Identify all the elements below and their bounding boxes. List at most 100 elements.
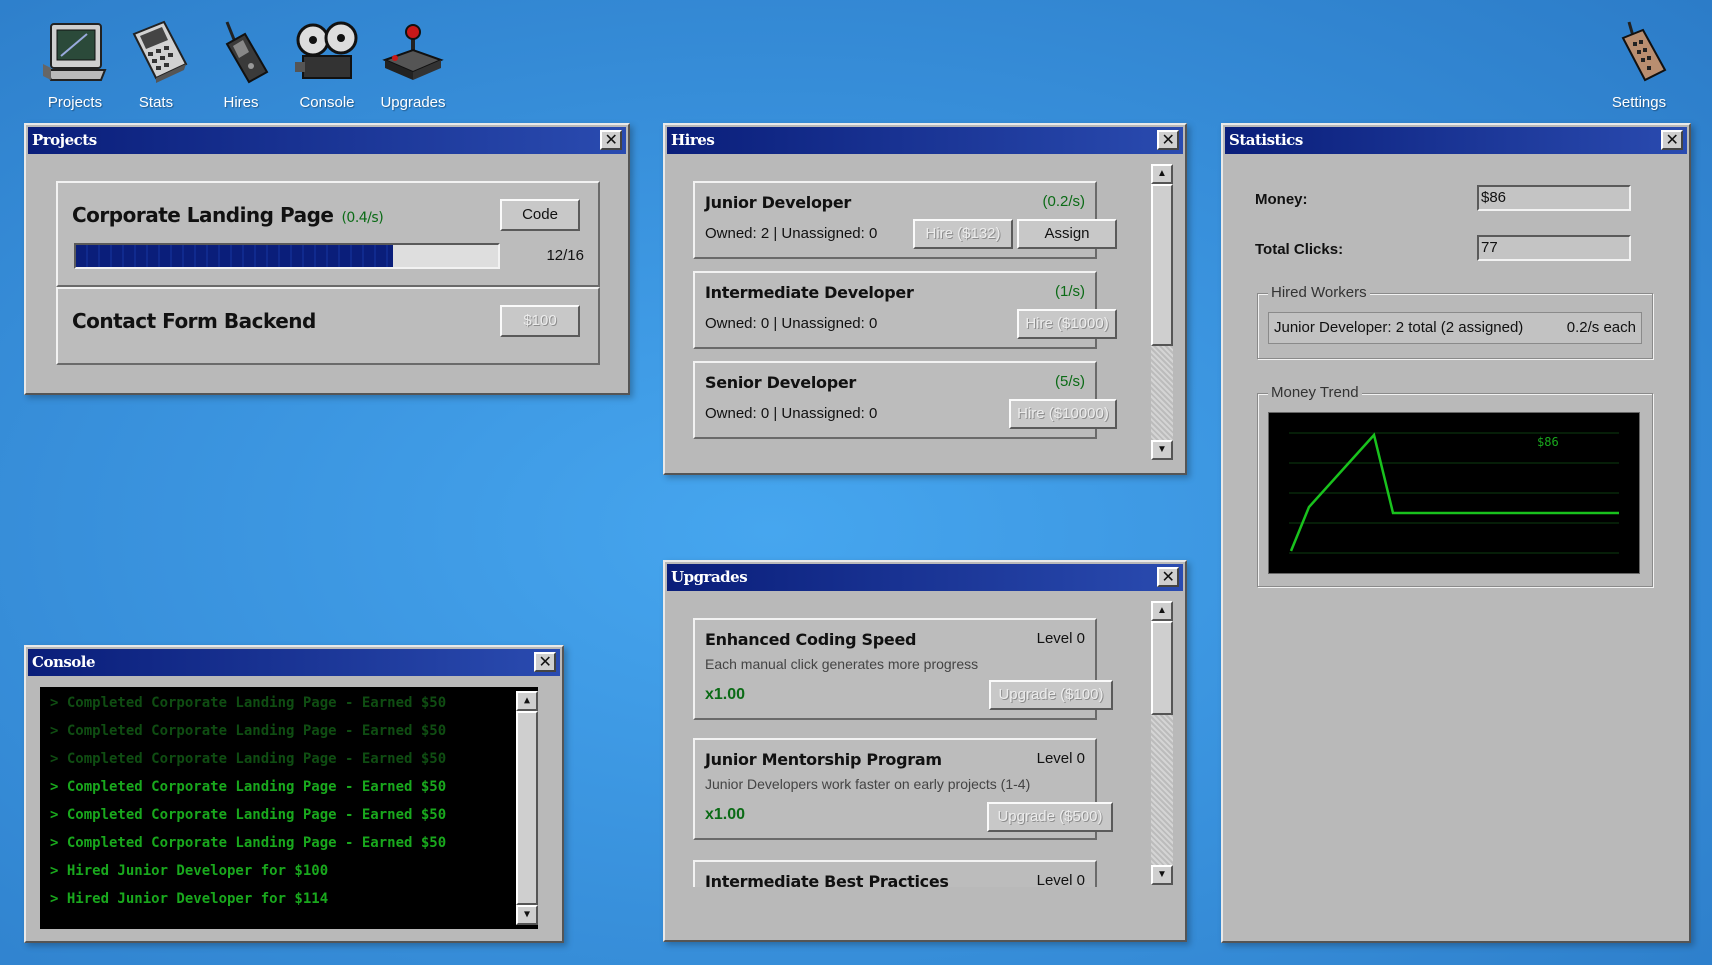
progress-text: 12/16 <box>546 247 584 264</box>
hire-button[interactable]: Hire ($1000) <box>1017 309 1117 339</box>
desktop-icon-label: Console <box>299 94 355 111</box>
total-clicks-field: 77 <box>1477 235 1631 261</box>
upgrade-name: Junior Mentorship Program <box>705 750 942 769</box>
hire-name: Junior Developer <box>705 193 851 212</box>
upgrade-multiplier: x1.00 <box>705 686 746 703</box>
console-output: > Completed Corporate Landing Page - Ear… <box>40 687 538 929</box>
desktop-icon-upgrades[interactable]: Upgrades <box>365 20 461 111</box>
projects-window: Projects ✕ Corporate Landing Page (0.4/s)… <box>24 123 630 395</box>
upgrade-button[interactable]: Upgrade ($100) <box>989 680 1113 710</box>
calculator-icon <box>132 20 188 83</box>
scroll-up-arrow-icon[interactable]: ▲ <box>516 691 538 711</box>
upgrade-name: Intermediate Best Practices <box>705 872 949 887</box>
statistics-window: Statistics ✕ Money: $86 Total Clicks: 77… <box>1221 123 1691 943</box>
upgrade-multiplier: x1.00 <box>705 806 746 823</box>
hire-rate: (5/s) <box>1055 373 1085 390</box>
money-trend-label: Money Trend <box>1268 384 1362 401</box>
close-button[interactable]: ✕ <box>600 130 622 150</box>
hire-name: Intermediate Developer <box>705 283 914 302</box>
close-button[interactable]: ✕ <box>1157 567 1179 587</box>
close-button[interactable]: ✕ <box>1157 130 1179 150</box>
scroll-thumb[interactable] <box>1151 184 1173 346</box>
joystick-icon <box>382 24 444 80</box>
window-title: Upgrades <box>671 568 748 586</box>
computer-monitor-icon <box>43 23 107 81</box>
hire-owned: Owned: 0 | Unassigned: 0 <box>705 405 878 422</box>
upgrade-card: Enhanced Coding Speed Level 0 Each manua… <box>693 618 1113 720</box>
console-line: > Hired Junior Developer for $100 <box>50 863 329 879</box>
walkie-talkie-icon <box>225 21 269 84</box>
hires-scrollbar[interactable]: ▲ ▼ <box>1151 164 1173 460</box>
hired-worker-rate: 0.2/s each <box>1566 319 1636 336</box>
desktop-icon-console[interactable]: Console <box>279 20 375 111</box>
scroll-up-arrow-icon[interactable]: ▲ <box>1151 164 1173 184</box>
upgrades-list: Enhanced Coding Speed Level 0 Each manua… <box>665 593 1145 887</box>
hires-list: Junior Developer (0.2/s) Owned: 2 | Unas… <box>665 156 1145 450</box>
hire-owned: Owned: 0 | Unassigned: 0 <box>705 315 878 332</box>
desktop-icon-label: Stats <box>138 94 174 111</box>
desktop-icon-label: Upgrades <box>380 94 446 111</box>
upgrade-level: Level 0 <box>1036 872 1085 887</box>
window-title: Projects <box>32 131 97 149</box>
hire-owned: Owned: 2 | Unassigned: 0 <box>705 225 878 242</box>
hire-button[interactable]: Hire ($132) <box>913 219 1013 249</box>
hire-button[interactable]: Hire ($10000) <box>1009 399 1117 429</box>
upgrades-titlebar[interactable]: Upgrades ✕ <box>667 564 1183 591</box>
desktop-icon-label: Hires <box>223 94 259 111</box>
hire-card: Intermediate Developer (1/s) Owned: 0 | … <box>693 271 1117 349</box>
hired-workers-label: Hired Workers <box>1268 284 1370 301</box>
money-trend-svg: $86 <box>1289 432 1619 554</box>
desktop-icon-hires[interactable]: Hires <box>193 20 289 111</box>
hire-card: Senior Developer (5/s) Owned: 0 | Unassi… <box>693 361 1117 439</box>
desktop-icon-settings[interactable]: Settings <box>1591 20 1687 111</box>
hires-titlebar[interactable]: Hires ✕ <box>667 127 1183 154</box>
upgrade-description: Junior Developers work faster on early p… <box>705 776 1031 792</box>
film-projector-icon <box>295 21 358 79</box>
console-window: Console ✕ > Completed Corporate Landing … <box>24 645 564 943</box>
money-trend-chart: $86 <box>1268 412 1640 574</box>
trend-value-label: $86 <box>1537 435 1559 449</box>
progress-bar <box>74 243 500 269</box>
money-field: $86 <box>1477 185 1631 211</box>
desktop-icon-stats[interactable]: Stats <box>108 20 204 111</box>
upgrade-name: Enhanced Coding Speed <box>705 630 917 649</box>
upgrade-level: Level 0 <box>1036 750 1085 767</box>
projects-titlebar[interactable]: Projects ✕ <box>28 127 626 154</box>
upgrades-scrollbar[interactable]: ▲ ▼ <box>1151 601 1173 885</box>
close-button[interactable]: ✕ <box>1661 130 1683 150</box>
assign-button[interactable]: Assign <box>1017 219 1117 249</box>
console-titlebar[interactable]: Console ✕ <box>28 649 560 676</box>
statistics-titlebar[interactable]: Statistics ✕ <box>1225 127 1687 154</box>
desktop-icon-label: Settings <box>1611 94 1667 111</box>
scroll-down-arrow-icon[interactable]: ▼ <box>516 905 538 925</box>
trend-gridlines <box>1289 432 1619 554</box>
scroll-thumb[interactable] <box>1151 621 1173 715</box>
hired-workers-group: Hired Workers Junior Developer: 2 total … <box>1257 284 1653 359</box>
buy-project-button[interactable]: $100 <box>500 305 580 337</box>
project-item: Corporate Landing Page (0.4/s) Code 12/16 <box>56 181 600 287</box>
scroll-down-arrow-icon[interactable]: ▼ <box>1151 440 1173 460</box>
console-line: > Completed Corporate Landing Page - Ear… <box>50 779 447 795</box>
hire-card: Junior Developer (0.2/s) Owned: 2 | Unas… <box>693 181 1117 259</box>
money-label: Money: <box>1255 191 1308 208</box>
code-button[interactable]: Code <box>500 199 580 231</box>
project-rate: (0.4/s) <box>341 210 384 226</box>
close-button[interactable]: ✕ <box>534 652 556 672</box>
progress-fill <box>76 245 393 267</box>
scroll-up-arrow-icon[interactable]: ▲ <box>1151 601 1173 621</box>
console-line: > Completed Corporate Landing Page - Ear… <box>50 807 447 823</box>
upgrade-level: Level 0 <box>1036 630 1085 647</box>
total-clicks-label: Total Clicks: <box>1255 241 1344 258</box>
hires-window: Hires ✕ Junior Developer (0.2/s) Owned: … <box>663 123 1187 475</box>
money-trend-group: Money Trend $86 <box>1257 384 1653 587</box>
project-item: Contact Form Backend $100 <box>56 287 600 365</box>
upgrade-button[interactable]: Upgrade ($500) <box>987 802 1113 832</box>
project-name: Corporate Landing Page (0.4/s) <box>72 203 384 227</box>
scroll-down-arrow-icon[interactable]: ▼ <box>1151 865 1173 885</box>
hire-name: Senior Developer <box>705 373 856 392</box>
upgrade-card: Junior Mentorship Program Level 0 Junior… <box>693 738 1113 840</box>
scroll-thumb[interactable] <box>516 711 538 905</box>
window-title: Statistics <box>1229 131 1303 149</box>
window-title: Hires <box>671 131 715 149</box>
console-scrollbar[interactable]: ▲ ▼ <box>516 691 538 925</box>
